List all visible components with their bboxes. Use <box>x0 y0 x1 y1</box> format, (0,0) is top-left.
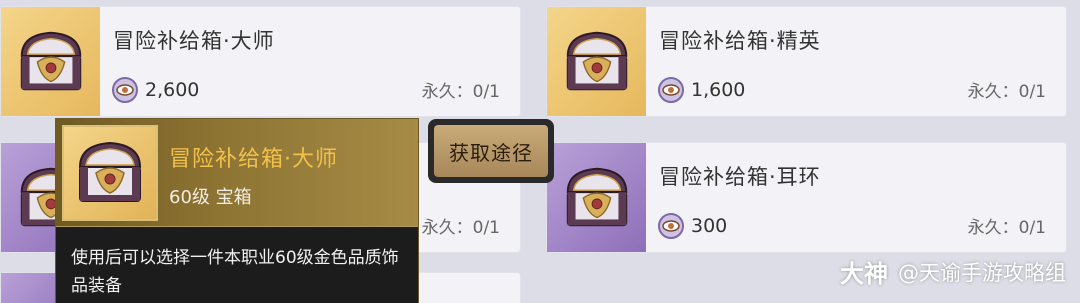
chest-icon <box>558 159 636 237</box>
item-title: 冒险补给箱·耳环 <box>659 165 821 189</box>
item-thumbnail <box>1 7 100 116</box>
tooltip-thumbnail <box>62 125 158 221</box>
shop-item-card[interactable]: 冒险补给箱·大师 2,600 永久：0/1 <box>0 6 521 117</box>
chest-icon <box>12 23 90 101</box>
item-price: 300 <box>657 212 727 240</box>
item-thumbnail <box>547 7 646 116</box>
item-title: 冒险补给箱·大师 <box>113 29 275 53</box>
item-thumbnail <box>547 143 646 252</box>
eye-coin-icon <box>112 77 138 103</box>
purchase-limit: 永久：0/1 <box>967 82 1046 102</box>
tooltip-description: 使用后可以选择一件本职业60级金色品质饰品装备 <box>71 248 399 296</box>
item-title: 冒险补给箱·精英 <box>659 29 821 53</box>
eye-coin-icon <box>658 213 684 239</box>
watermark: 大神 @天谕手游攻略组 <box>840 254 1066 289</box>
eye-coin-icon <box>658 77 684 103</box>
tooltip-header: 冒险补给箱·大师 60级 宝箱 <box>56 119 418 227</box>
acquire-button-label[interactable]: 获取途径 <box>434 125 548 177</box>
tooltip-subtitle: 60级 宝箱 <box>169 187 252 208</box>
price-value: 1,600 <box>691 79 746 101</box>
shop-item-card[interactable]: 冒险补给箱·精英 1,600 永久：0/1 <box>546 6 1067 117</box>
item-tooltip: 冒险补给箱·大师 60级 宝箱 使用后可以选择一件本职业60级金色品质饰品装备 <box>55 118 419 303</box>
purchase-limit: 永久：0/1 <box>967 218 1046 238</box>
chest-icon <box>558 23 636 101</box>
item-price: 1,600 <box>657 76 745 104</box>
chest-icon <box>70 133 150 213</box>
price-value: 300 <box>691 215 728 237</box>
watermark-text: @天谕手游攻略组 <box>898 260 1066 285</box>
purchase-limit: 永久：0/1 <box>421 218 500 238</box>
item-price: 2,600 <box>111 76 199 104</box>
tooltip-title: 冒险补给箱·大师 <box>169 147 338 172</box>
shop-item-card[interactable]: 冒险补给箱·耳环 300 永久：0/1 <box>546 142 1067 253</box>
acquire-button[interactable]: 获取途径 <box>428 119 554 183</box>
price-value: 2,600 <box>145 79 200 101</box>
purchase-limit: 永久：0/1 <box>421 82 500 102</box>
watermark-logo: 大神 <box>840 260 888 288</box>
